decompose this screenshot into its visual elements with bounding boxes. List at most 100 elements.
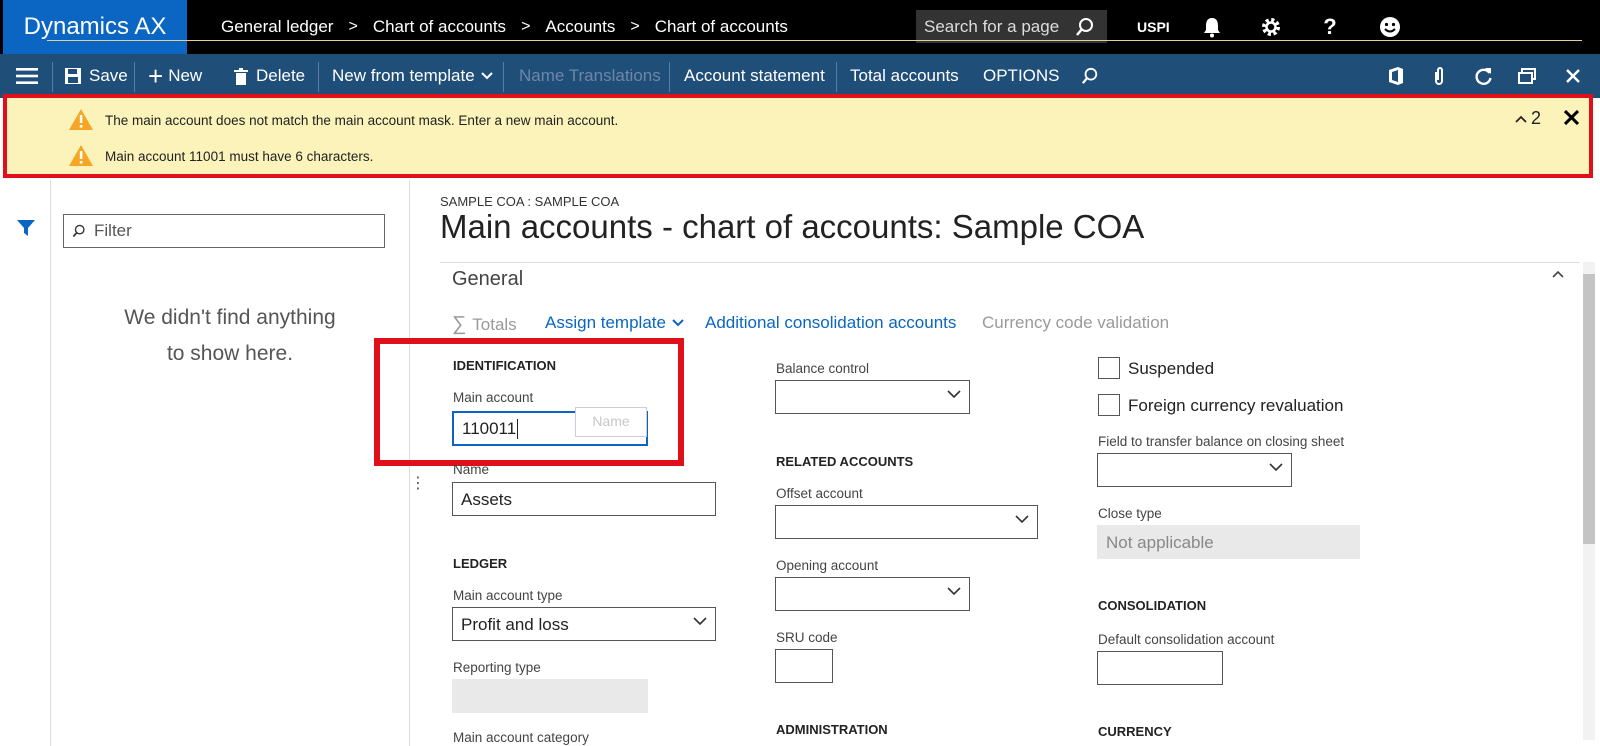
empty-line: We didn't find anything	[124, 306, 336, 329]
new-button[interactable]: + New	[148, 54, 202, 98]
chevron-down-icon	[480, 72, 493, 80]
reporting-type-field	[452, 679, 648, 713]
chevron-right-icon: >	[630, 18, 640, 35]
group-ledger: LEDGER	[453, 556, 508, 571]
group-consolidation: CONSOLIDATION	[1098, 598, 1207, 613]
account-statement-button[interactable]: Account statement	[684, 54, 825, 98]
pane-splitter-handle[interactable]: ⋮	[410, 473, 426, 493]
filter-input[interactable]: Filter	[63, 214, 385, 248]
name-translations-button[interactable]: Name Translations	[519, 54, 661, 98]
new-from-template-label: New from template	[332, 66, 475, 85]
message-text: The main account does not match the main…	[105, 113, 619, 128]
page-title: Main accounts - chart of accounts: Sampl…	[440, 208, 1145, 245]
balance-control-select[interactable]	[775, 380, 970, 414]
message-text: Main account 11001 must have 6 character…	[105, 149, 374, 164]
divider	[669, 62, 670, 92]
bell-icon[interactable]	[1192, 0, 1232, 54]
message-divider	[47, 40, 1582, 41]
divider	[503, 62, 504, 92]
close-type-label: Close type	[1098, 506, 1162, 521]
action-pane: Save + New Delete New from template Name…	[0, 54, 1600, 98]
chevron-down-icon	[947, 587, 961, 596]
offset-account-select[interactable]	[775, 505, 1038, 539]
chevron-down-icon	[693, 617, 707, 626]
search-icon	[72, 224, 85, 238]
default-consolidation-input[interactable]	[1097, 651, 1223, 685]
list-pane	[50, 180, 410, 746]
refresh-icon[interactable]	[1474, 54, 1494, 98]
assign-template-button[interactable]: Assign template	[545, 313, 684, 333]
page-context: SAMPLE COA : SAMPLE COA	[440, 194, 620, 209]
app-brand[interactable]: Dynamics AX	[3, 0, 187, 54]
feedback-smiley-icon[interactable]	[1370, 0, 1410, 54]
breadcrumb-item[interactable]: Chart of accounts	[655, 17, 788, 37]
search-icon[interactable]	[1075, 17, 1095, 37]
name-input[interactable]: Assets	[452, 482, 716, 516]
page-search-input[interactable]: Search for a page	[916, 10, 1107, 43]
filter-funnel-icon[interactable]	[17, 220, 35, 236]
filter-placeholder: Filter	[94, 221, 132, 240]
options-tab[interactable]: OPTIONS	[983, 54, 1060, 98]
group-currency: CURRENCY	[1098, 724, 1172, 739]
main-account-type-select[interactable]: Profit and loss	[452, 607, 716, 641]
additional-consolidation-link[interactable]: Additional consolidation accounts	[705, 313, 956, 333]
breadcrumb: General ledger > Chart of accounts > Acc…	[221, 0, 788, 54]
assign-template-label: Assign template	[545, 313, 666, 332]
fasttab-divider	[440, 262, 1580, 263]
empty-line: to show here.	[166, 342, 294, 365]
highlight-box	[374, 338, 684, 466]
save-icon	[65, 68, 81, 84]
chevron-up-icon[interactable]	[1552, 270, 1564, 278]
chevron-down-icon	[1015, 515, 1029, 524]
sru-code-label: SRU code	[776, 630, 838, 645]
sru-code-input[interactable]	[775, 649, 833, 683]
foreign-currency-revaluation-checkbox[interactable]	[1098, 394, 1120, 416]
sigma-icon: ∑	[452, 313, 467, 335]
chevron-down-icon	[1269, 463, 1283, 472]
office-icon[interactable]	[1388, 54, 1404, 98]
empty-list-message: We didn't find anything to show here.	[110, 300, 350, 372]
gear-icon[interactable]	[1251, 0, 1291, 54]
main-account-category-label: Main account category	[453, 730, 589, 745]
chevron-right-icon: >	[348, 18, 358, 35]
divider	[318, 62, 319, 92]
divider	[836, 62, 837, 92]
dismiss-messages-icon[interactable]	[1564, 110, 1579, 125]
group-administration: ADMINISTRATION	[776, 722, 888, 737]
chevron-down-icon	[672, 319, 684, 327]
action-search-icon[interactable]	[1081, 54, 1099, 98]
attachment-icon[interactable]	[1432, 54, 1446, 98]
currency-code-validation-link[interactable]: Currency code validation	[982, 313, 1169, 333]
close-page-icon[interactable]	[1565, 54, 1581, 98]
breadcrumb-item[interactable]: Chart of accounts	[373, 17, 506, 37]
hamburger-menu-icon[interactable]	[16, 54, 38, 98]
save-label: Save	[89, 66, 128, 85]
warning-icon	[69, 145, 93, 166]
opening-account-select[interactable]	[775, 577, 970, 611]
save-button[interactable]: Save	[64, 54, 128, 98]
filter-strip	[0, 180, 51, 746]
message-bar: The main account does not match the main…	[3, 94, 1593, 178]
company-selector[interactable]: USPI	[1137, 0, 1170, 54]
delete-button[interactable]: Delete	[234, 54, 305, 98]
totals-button[interactable]: ∑ Totals	[452, 313, 517, 336]
new-from-template-button[interactable]: New from template	[332, 54, 493, 98]
scrollbar-thumb[interactable]	[1583, 274, 1595, 544]
total-accounts-button[interactable]: Total accounts	[850, 54, 959, 98]
group-related-accounts: RELATED ACCOUNTS	[776, 454, 914, 469]
help-icon[interactable]: ?	[1310, 0, 1350, 54]
warning-icon	[69, 109, 93, 130]
breadcrumb-item[interactable]: General ledger	[221, 17, 333, 37]
divider	[134, 62, 135, 92]
suspended-checkbox[interactable]	[1098, 357, 1120, 379]
divider	[52, 62, 53, 92]
close-type-field: Not applicable	[1097, 525, 1360, 559]
delete-label: Delete	[256, 66, 306, 85]
open-new-window-icon[interactable]	[1518, 54, 1536, 98]
breadcrumb-item[interactable]: Accounts	[545, 17, 615, 37]
message-count-toggle[interactable]: 2	[1515, 108, 1541, 129]
fasttab-general-header[interactable]: General	[452, 268, 523, 291]
transfer-balance-select[interactable]	[1097, 453, 1292, 487]
trash-icon	[234, 67, 248, 85]
default-consolidation-label: Default consolidation account	[1098, 632, 1275, 647]
